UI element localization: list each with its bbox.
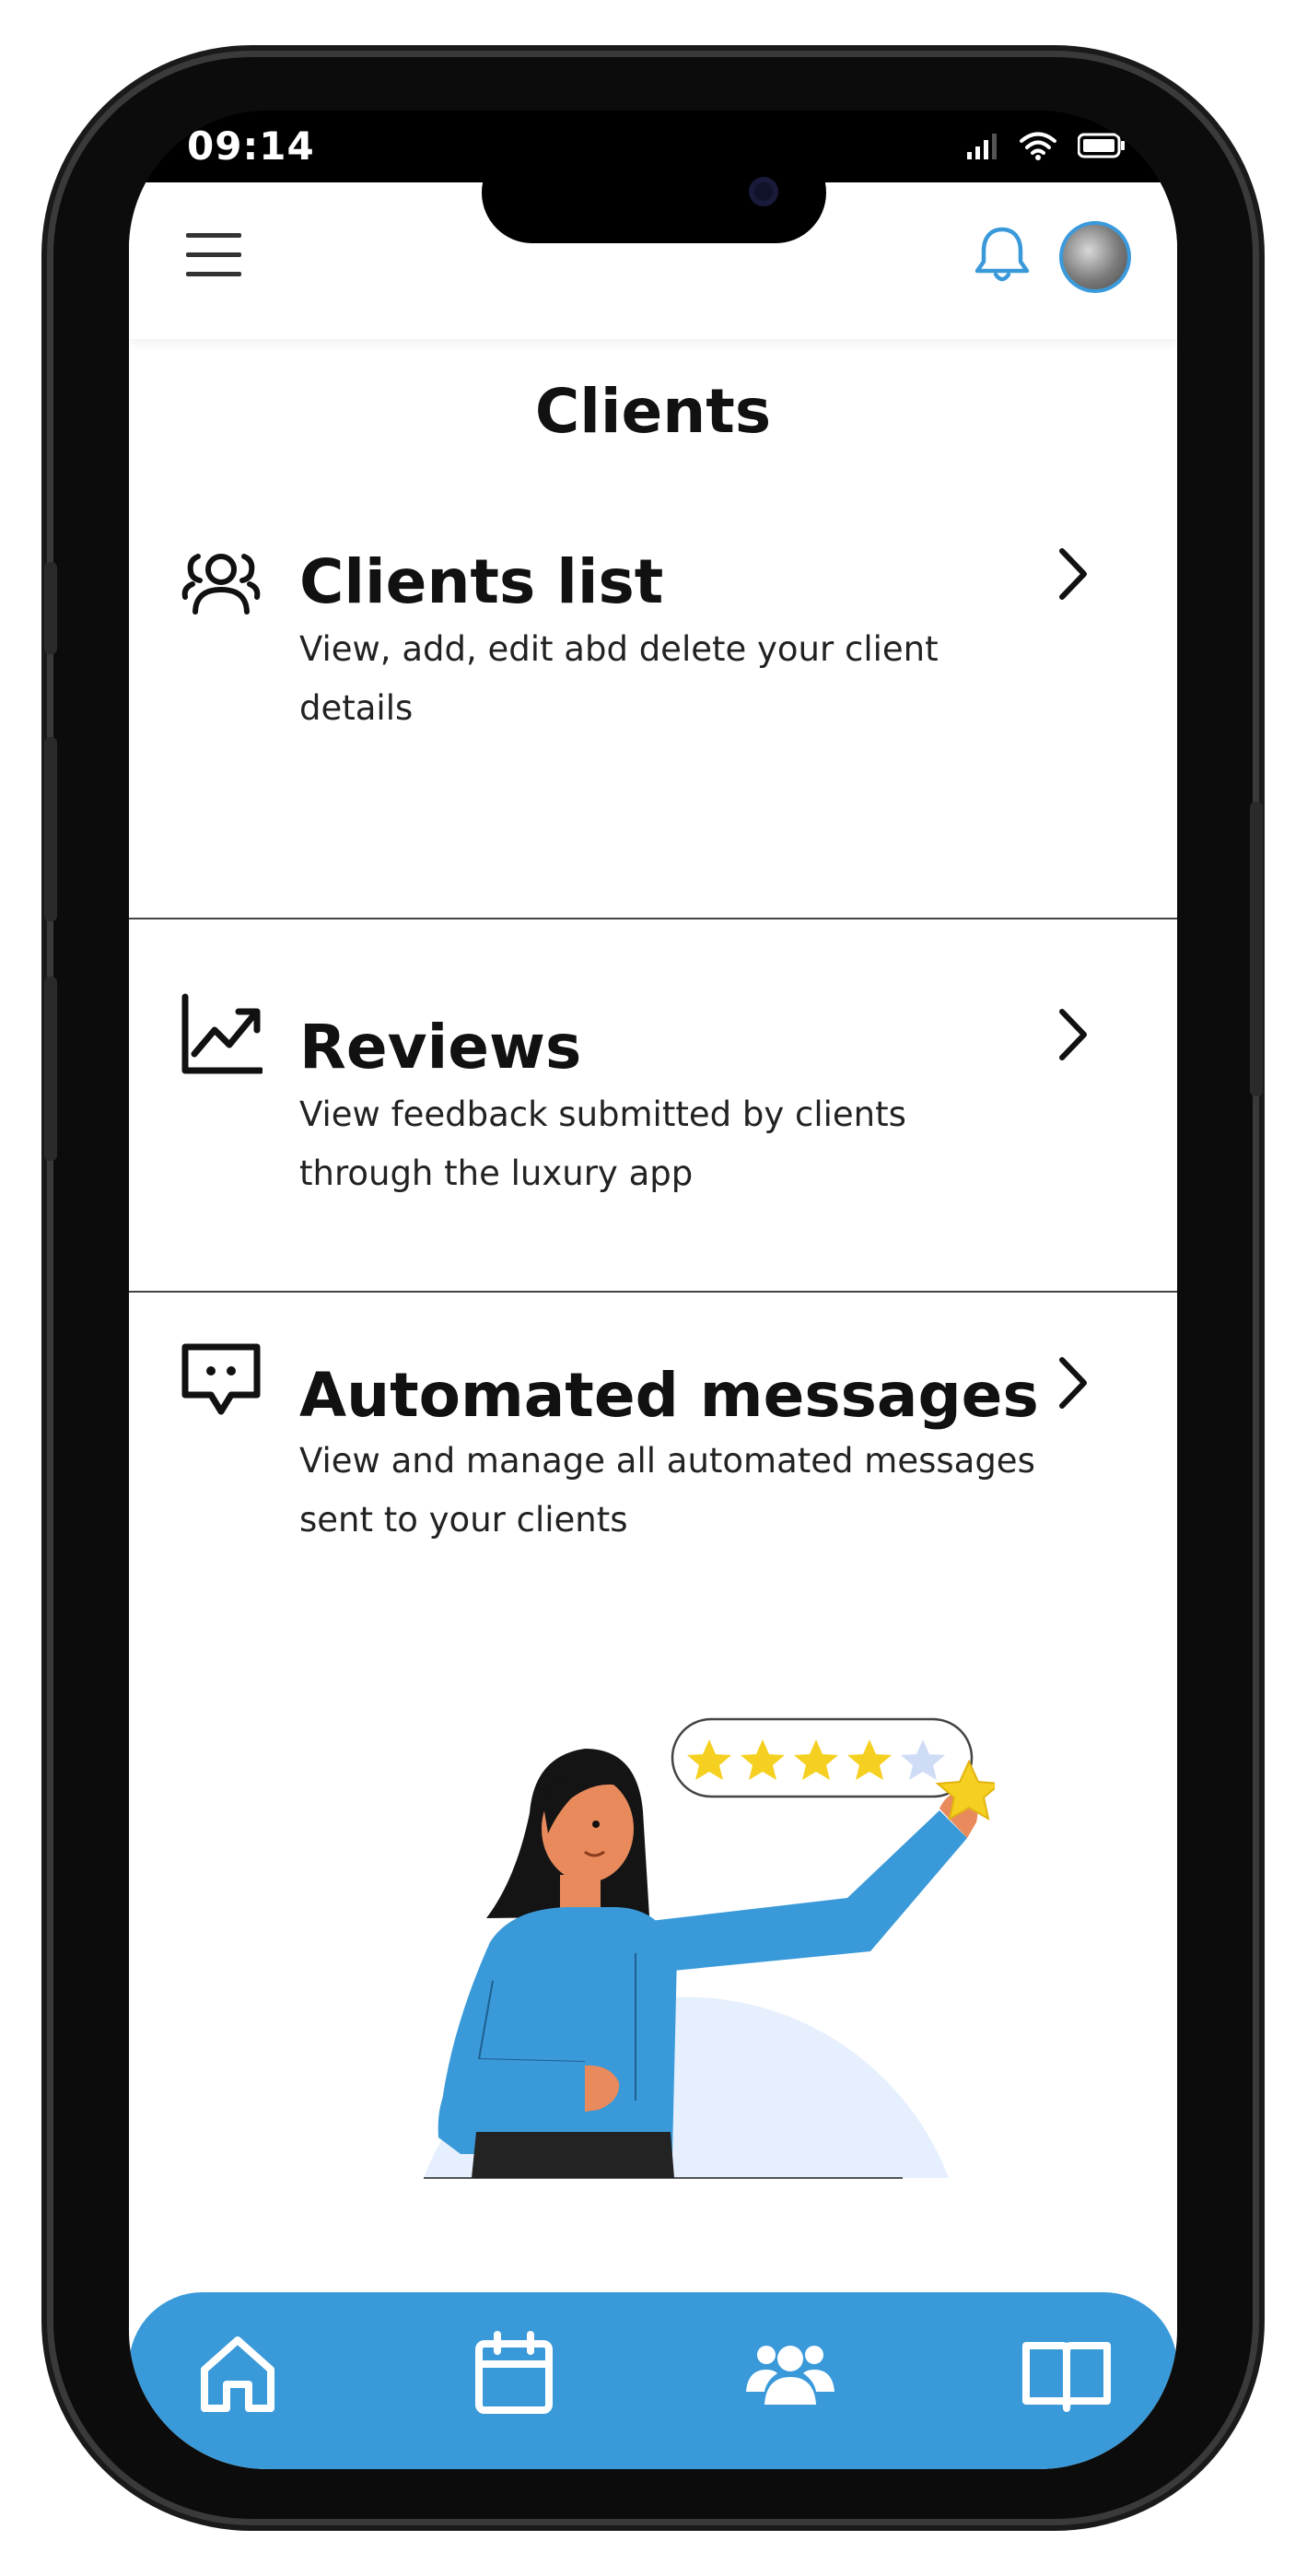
chevron-right-icon[interactable] [1050,1002,1096,1067]
wifi-icon [1020,132,1056,160]
avatar[interactable] [1059,221,1131,293]
page-title: Clients [534,376,772,447]
divider [129,1291,1177,1293]
bottom-nav [129,2292,1177,2469]
divider [129,918,1177,919]
cellular-signal-icon [967,134,997,159]
avatar-photo [1063,225,1127,289]
menu-item-title: Automated messages [299,1360,1039,1431]
chat-icon [181,1343,261,1415]
home-icon[interactable] [192,2327,284,2419]
users-icon [181,554,261,615]
side-button [44,562,57,654]
screen: 09:14 Clients Clients list View, add, ed… [129,111,1177,2469]
chevron-right-icon[interactable] [1050,542,1096,606]
battery-icon [1078,133,1125,158]
bell-icon[interactable] [969,221,1035,287]
side-button [44,977,57,1161]
side-button [44,737,57,921]
clients-icon[interactable] [744,2327,836,2419]
side-button [1250,802,1263,1096]
book-icon[interactable] [1021,2327,1113,2419]
hamburger-icon[interactable] [186,233,241,279]
woman-raised-arm [626,1810,967,1973]
dynamic-island [482,142,826,243]
menu-item-title: Reviews [299,1012,582,1083]
menu-item-description: View and manage all automated messages s… [299,1441,1035,1540]
menu-item-title: Clients list [299,546,664,617]
review-illustration [424,1717,995,2179]
menu-item-reviews[interactable]: Reviews View feedback submitted by clien… [129,993,1177,1270]
menu-item-description: View feedback submitted by clients throu… [299,1095,906,1193]
calendar-icon[interactable] [468,2327,560,2419]
app-content: Clients Clients list View, add, edit abd… [129,182,1177,2469]
menu-item-description: View, add, edit abd delete your client d… [299,629,939,728]
status-time: 09:14 [187,123,315,169]
front-camera [749,177,778,206]
chevron-right-icon[interactable] [1050,1351,1096,1415]
chart-line-icon [181,993,263,1074]
woman-skirt [472,2132,674,2178]
menu-item-clients-list[interactable]: Clients list View, add, edit abd delete … [129,533,1177,809]
menu-item-automated-messages[interactable]: Automated messages View and manage all a… [129,1341,1177,1618]
